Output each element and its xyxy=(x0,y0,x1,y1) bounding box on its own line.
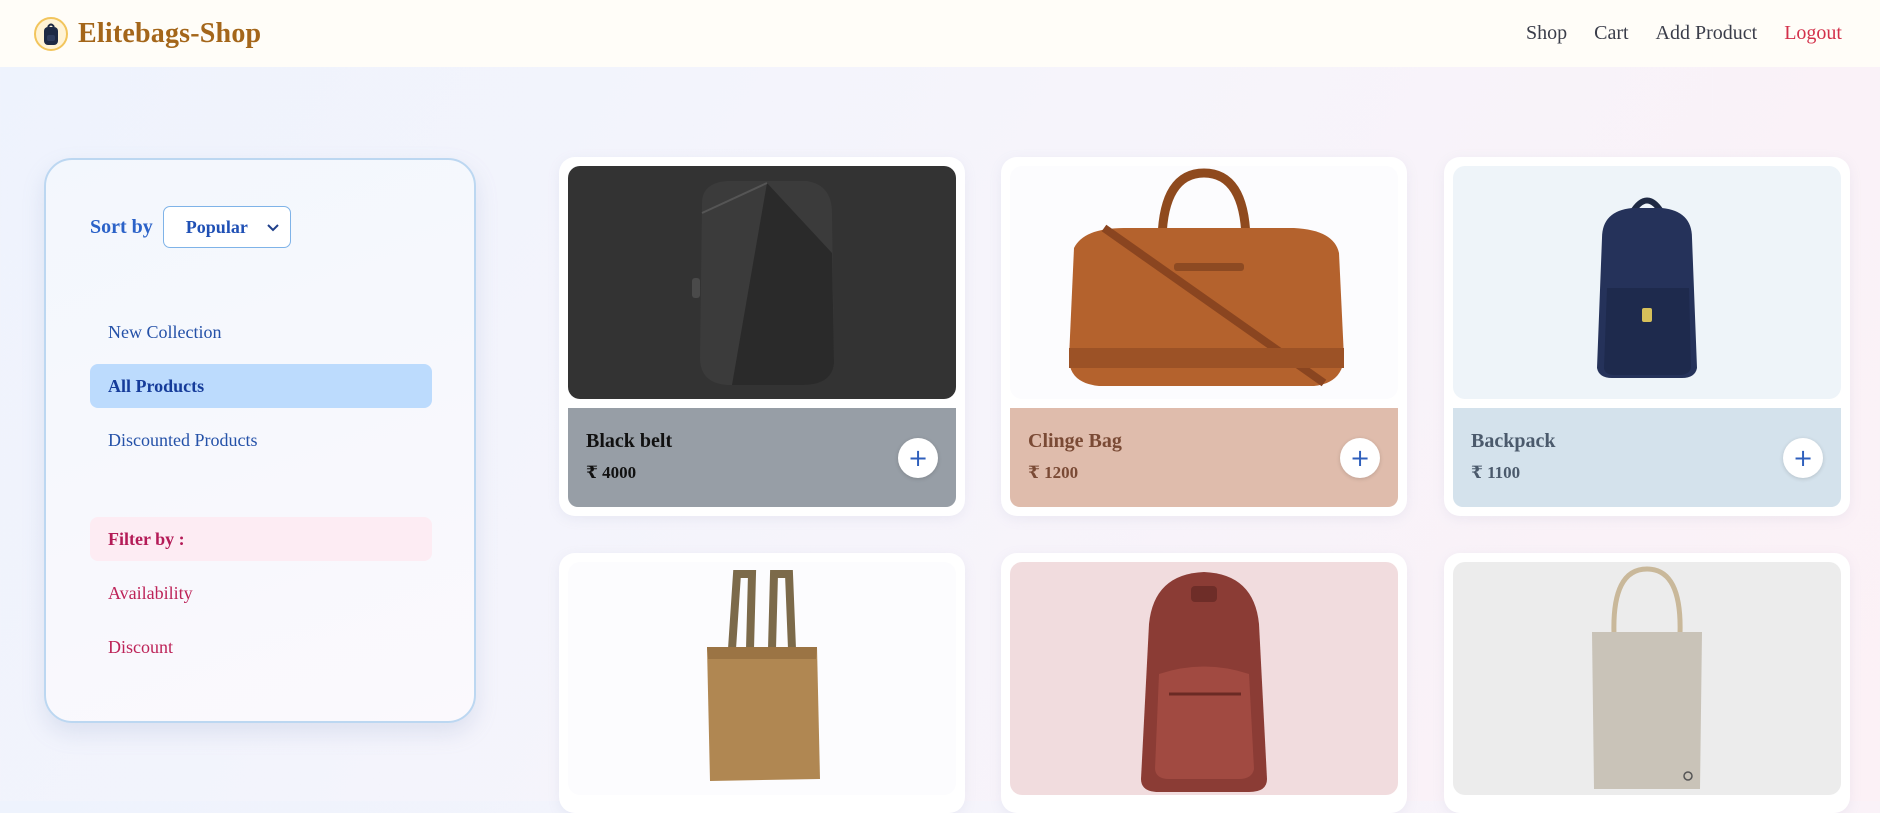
product-card xyxy=(1444,553,1850,813)
sort-select[interactable]: Popular xyxy=(162,206,291,248)
filter-heading: Filter by : xyxy=(90,517,432,561)
product-card xyxy=(559,553,965,813)
brown-tote-bag-icon xyxy=(707,569,820,781)
product-card xyxy=(1001,553,1407,813)
plus-icon: + xyxy=(907,444,929,472)
red-leather-backpack-icon xyxy=(1141,571,1267,792)
product-info: Backpack ₹ 1100 + xyxy=(1453,408,1841,507)
product-price: ₹ 1100 xyxy=(1471,463,1521,482)
product-image[interactable] xyxy=(1010,562,1398,795)
product-image[interactable] xyxy=(568,166,956,399)
product-info: Black belt ₹ 4000 + xyxy=(568,408,956,507)
product-image[interactable] xyxy=(1453,166,1841,399)
product-image[interactable] xyxy=(1453,562,1841,795)
nav-add-product-link[interactable]: Add Product xyxy=(1656,22,1758,45)
product-image[interactable] xyxy=(568,562,956,795)
product-image[interactable] xyxy=(1010,166,1398,399)
sort-row: Sort by Popular xyxy=(90,206,291,248)
filter-discount[interactable]: Discount xyxy=(90,625,432,669)
dark-geometric-backpack-icon xyxy=(692,180,834,385)
canvas-tote-bag-icon xyxy=(1592,565,1702,789)
brand-name: Elitebags-Shop xyxy=(78,17,262,49)
category-all-products[interactable]: All Products xyxy=(90,364,432,408)
add-to-cart-button[interactable]: + xyxy=(1783,438,1823,478)
nav-logout-link[interactable]: Logout xyxy=(1784,22,1842,45)
product-card: Clinge Bag ₹ 1200 + xyxy=(1001,157,1407,516)
nav-shop-link[interactable]: Shop xyxy=(1526,22,1567,45)
category-discounted-products[interactable]: Discounted Products xyxy=(90,418,432,462)
add-to-cart-button[interactable]: + xyxy=(898,438,938,478)
backpack-logo-icon xyxy=(34,16,68,51)
product-name: Backpack xyxy=(1471,430,1556,452)
plus-icon: + xyxy=(1349,444,1371,472)
filter-availability[interactable]: Availability xyxy=(90,571,432,615)
navy-backpack-icon xyxy=(1597,197,1697,378)
top-navbar: Elitebags-Shop Shop Cart Add Product Log… xyxy=(0,0,1880,67)
brown-leather-duffel-bag-icon xyxy=(1069,167,1344,386)
nav-cart-link[interactable]: Cart xyxy=(1594,22,1628,45)
product-price: ₹ 4000 xyxy=(586,463,637,482)
product-card: Black belt ₹ 4000 + xyxy=(559,157,965,516)
product-info: Clinge Bag ₹ 1200 + xyxy=(1010,408,1398,507)
sort-selected-value: Popular xyxy=(185,216,248,237)
product-card: Backpack ₹ 1100 + xyxy=(1444,157,1850,516)
plus-icon: + xyxy=(1792,444,1814,472)
nav-links: Shop Cart Add Product Logout xyxy=(1526,22,1842,45)
add-to-cart-button[interactable]: + xyxy=(1340,438,1380,478)
sort-label: Sort by xyxy=(90,215,153,238)
brand[interactable]: Elitebags-Shop xyxy=(34,16,262,51)
sidebar: Sort by Popular New Collection All Produ… xyxy=(44,158,476,723)
product-name: Black belt xyxy=(586,430,673,452)
category-new-collection[interactable]: New Collection xyxy=(90,310,432,354)
product-price: ₹ 1200 xyxy=(1028,463,1079,482)
chevron-down-icon xyxy=(267,224,279,232)
product-name: Clinge Bag xyxy=(1028,430,1122,452)
